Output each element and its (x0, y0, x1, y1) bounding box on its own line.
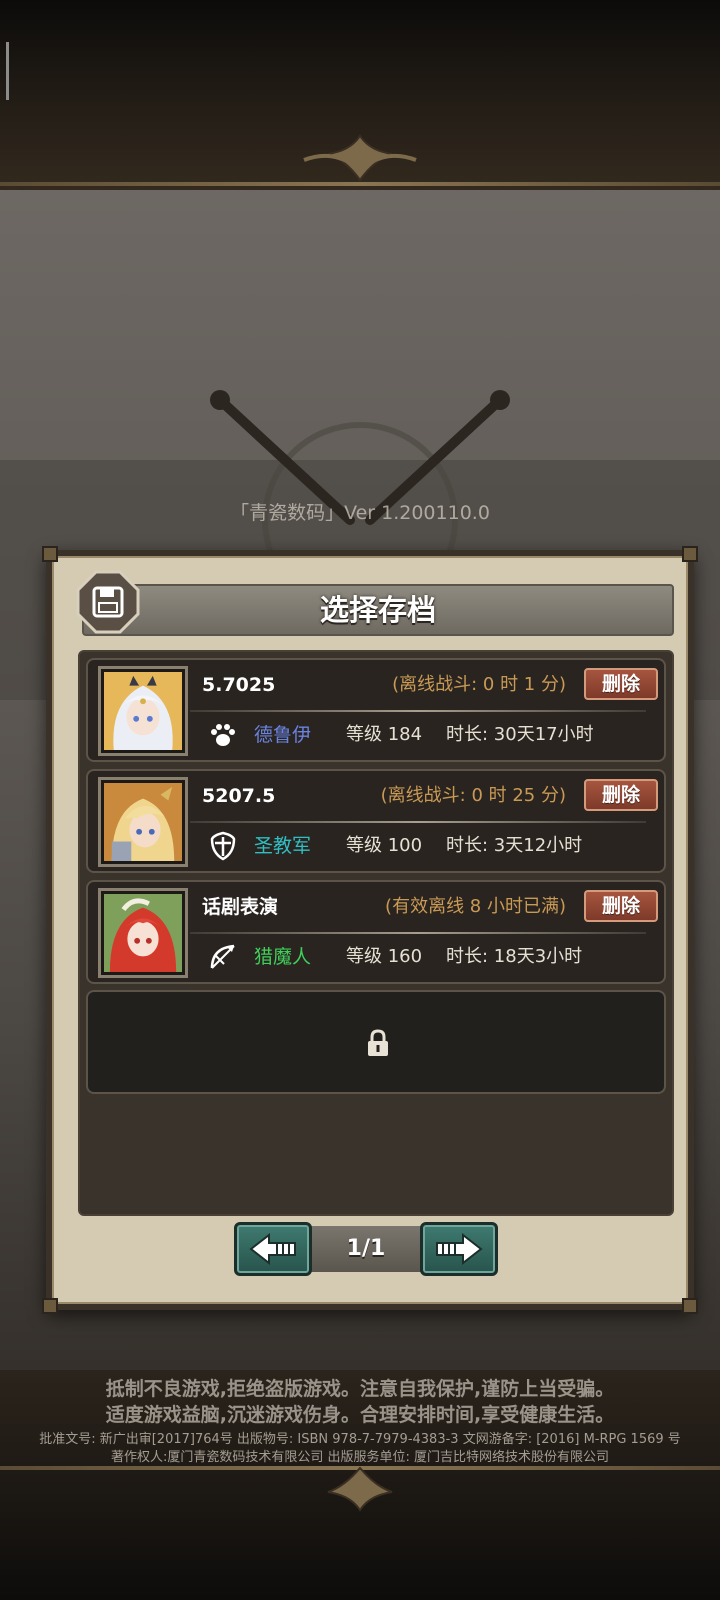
version-label: 「青瓷数码」Ver 1.200110.0 (230, 502, 490, 524)
floppy-disk-icon (76, 570, 140, 634)
slot-name: 5207.5 (202, 785, 276, 807)
delete-button[interactable]: 删除 (584, 890, 658, 922)
pager: 1/1 (234, 1222, 498, 1276)
delete-button[interactable]: 删除 (584, 779, 658, 811)
dialog-title: 选择存档 (319, 593, 436, 627)
legal-line-1: 批准文号: 新广出审[2017]764号 出版物号: ISBN 978-7-79… (39, 1432, 681, 1447)
save-slot-2[interactable]: 5207.5 (离线战斗: 0 时 25 分) 删除 圣教军 等级 100 时长… (86, 769, 666, 873)
slot-name: 5.7025 (202, 674, 276, 696)
prev-page-button[interactable] (234, 1222, 312, 1276)
dialog-corner (42, 1298, 58, 1314)
slot-divider (190, 821, 646, 823)
locked-save-slot[interactable] (86, 990, 666, 1094)
health-notice-line-1: 抵制不良游戏,拒绝盗版游戏。注意自我保护,谨防上当受骗。 (105, 1378, 615, 1400)
status-bar-indicator (6, 42, 9, 100)
character-avatar (98, 777, 188, 867)
character-avatar (98, 888, 188, 978)
dialog-corner (682, 1298, 698, 1314)
level-text: 等级 184 (346, 724, 423, 745)
class-name: 猎魔人 (254, 946, 312, 968)
class-name: 圣教军 (254, 835, 312, 857)
slot-divider (190, 932, 646, 934)
level-text: 等级 160 (346, 946, 423, 967)
slot-divider (190, 710, 646, 712)
delete-button[interactable]: 删除 (584, 668, 658, 700)
demon-hunter-portrait-icon (104, 894, 182, 972)
dialog-corner (682, 546, 698, 562)
class-name: 德鲁伊 (254, 724, 312, 746)
crossbow-icon (210, 944, 235, 969)
offline-status: (离线战斗: 0 时 25 分) (380, 785, 566, 806)
druid-portrait-icon (104, 672, 182, 750)
health-notice-line-2: 适度游戏益脑,沉迷游戏伤身。合理安排时间,享受健康生活。 (105, 1404, 615, 1426)
offline-status: (有效离线 8 小时已满) (385, 896, 566, 917)
level-text: 等级 100 (346, 835, 423, 856)
save-slot-list: 5.7025 (离线战斗: 0 时 1 分) 删除 德鲁伊 等级 184 时长:… (78, 650, 674, 1216)
bottom-ornament-icon (327, 1466, 393, 1512)
dialog-header: 选择存档 (82, 584, 674, 636)
lock-icon (368, 1029, 388, 1056)
playtime-text: 时长: 3天12小时 (446, 835, 583, 856)
page-indicator: 1/1 (346, 1236, 386, 1261)
arrow-right-icon (436, 1232, 483, 1266)
save-slot-1[interactable]: 5.7025 (离线战斗: 0 时 1 分) 删除 德鲁伊 等级 184 时长:… (86, 658, 666, 762)
playtime-text: 时长: 18天3小时 (446, 946, 583, 967)
dialog-corner (42, 546, 58, 562)
cross-shield-icon (210, 831, 236, 861)
next-page-button[interactable] (420, 1222, 498, 1276)
top-rim (0, 182, 720, 186)
top-ornament-icon (303, 134, 417, 182)
crusader-portrait-icon (104, 783, 182, 861)
arrow-left-icon (249, 1232, 296, 1266)
legal-line-2: 著作权人:厦门青瓷数码技术有限公司 出版服务单位: 厦门吉比特网络技术股份有限公… (110, 1450, 610, 1465)
save-select-dialog: 选择存档 5.7025 (离线战斗: 0 时 1 分) 删除 德鲁伊 等级 18… (42, 546, 698, 1314)
offline-status: (离线战斗: 0 时 1 分) (392, 674, 566, 695)
crossed-swords-icon (210, 390, 510, 550)
playtime-text: 时长: 30天17小时 (446, 724, 594, 745)
character-avatar (98, 666, 188, 756)
save-slot-3[interactable]: 话剧表演 (有效离线 8 小时已满) 删除 猎魔人 等级 160 时长: 18天… (86, 880, 666, 984)
paw-icon (211, 724, 235, 746)
top-decorative-band (0, 0, 720, 190)
slot-name: 话剧表演 (202, 896, 279, 918)
